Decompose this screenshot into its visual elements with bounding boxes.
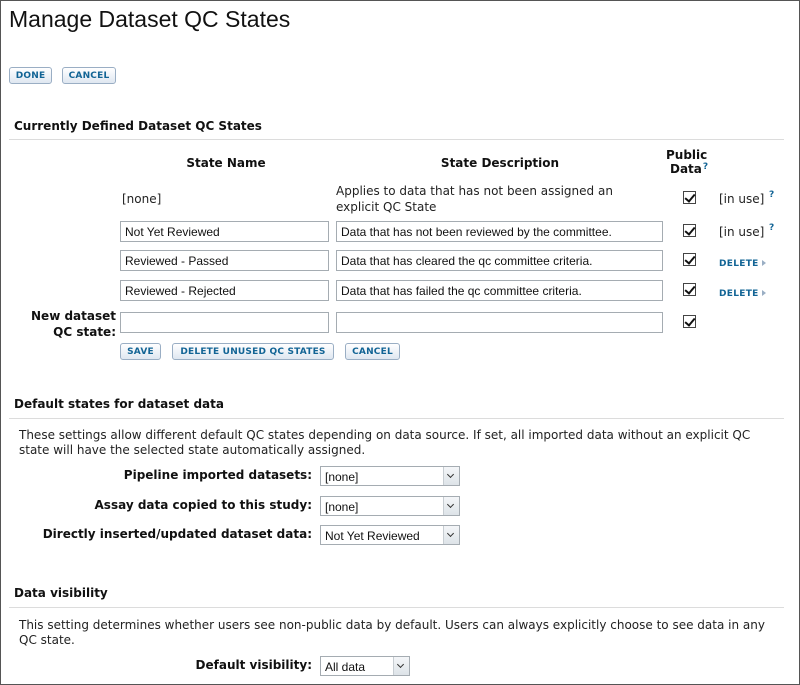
default-visibility-select[interactable]: All data — [320, 656, 410, 676]
state-description-field[interactable]: Data that has cleared the qc committee c… — [336, 250, 663, 271]
chevron-down-icon[interactable] — [443, 467, 459, 485]
done-button[interactable]: DONE — [9, 67, 52, 84]
state-description-field[interactable]: Data that has not been reviewed by the c… — [336, 221, 663, 242]
direct-label: Directly inserted/updated dataset data: — [42, 527, 312, 541]
default-visibility-value: All data — [325, 660, 366, 674]
pipeline-label: Pipeline imported datasets: — [123, 468, 312, 482]
new-state-name-input[interactable] — [120, 312, 329, 333]
new-state-label: New dataset QC state: — [10, 308, 116, 340]
delete-state-link[interactable]: DELETE — [719, 259, 766, 269]
state-description-header: State Description — [440, 156, 560, 170]
new-state-label-line2: QC state: — [53, 325, 116, 339]
window-frame — [0, 0, 800, 685]
public-header-line2: Data? — [670, 162, 718, 176]
public-data-checkbox[interactable] — [683, 224, 696, 237]
delete-state-link[interactable]: DELETE — [719, 289, 766, 299]
state-name-field[interactable]: Reviewed - Passed — [120, 250, 329, 271]
state-name-field[interactable]: Reviewed - Rejected — [120, 280, 329, 301]
public-header-line1: Public — [666, 148, 708, 162]
none-status-help-icon[interactable]: ? — [769, 190, 774, 200]
none-state-description: Applies to data that has not been assign… — [336, 184, 613, 214]
page-title: Manage Dataset QC States — [9, 6, 291, 32]
none-status-text: [in use] — [719, 192, 765, 206]
section-divider — [9, 139, 784, 140]
state-name-header: State Name — [186, 156, 266, 170]
direct-select[interactable]: Not Yet Reviewed — [320, 525, 460, 545]
defaults-section-title: Default states for dataset data — [14, 397, 224, 411]
none-public-checkbox[interactable] — [683, 191, 696, 204]
chevron-down-icon[interactable] — [393, 657, 409, 675]
cancel-button[interactable]: CANCEL — [345, 343, 400, 360]
new-state-label-line1: New dataset — [31, 309, 116, 323]
cancel-button-top[interactable]: CANCEL — [62, 67, 116, 84]
state-name-field[interactable]: Not Yet Reviewed — [120, 221, 329, 242]
default-visibility-label: Default visibility: — [195, 658, 312, 672]
status-text: [in use] — [719, 225, 765, 239]
assay-select-value: [none] — [325, 500, 359, 514]
assay-label: Assay data copied to this study: — [94, 498, 312, 512]
state-description-field[interactable]: Data that has failed the qc committee cr… — [336, 280, 663, 301]
direct-select-value: Not Yet Reviewed — [325, 529, 420, 543]
new-state-public-checkbox[interactable] — [683, 315, 696, 328]
visibility-description: This setting determines whether users se… — [19, 618, 765, 647]
public-data-checkbox[interactable] — [683, 283, 696, 296]
public-data-help-icon[interactable]: ? — [703, 162, 708, 172]
public-header-data: Data — [670, 162, 702, 176]
pipeline-select[interactable]: [none] — [320, 466, 460, 486]
none-state-name: [none] — [122, 192, 162, 206]
assay-select[interactable]: [none] — [320, 496, 460, 516]
delete-unused-button[interactable]: DELETE UNUSED QC STATES — [172, 343, 334, 360]
new-state-description-input[interactable] — [336, 312, 663, 333]
delete-state-label: DELETE — [719, 259, 759, 269]
public-data-checkbox[interactable] — [683, 253, 696, 266]
save-button[interactable]: SAVE — [120, 343, 161, 360]
chevron-down-icon[interactable] — [443, 497, 459, 515]
section-divider — [9, 607, 784, 608]
qc-states-section-title: Currently Defined Dataset QC States — [14, 119, 262, 133]
delete-state-label: DELETE — [719, 289, 759, 299]
arrow-right-icon — [761, 260, 766, 266]
section-divider — [9, 418, 784, 419]
pipeline-select-value: [none] — [325, 470, 359, 484]
public-data-header: Public Data? — [666, 148, 718, 176]
chevron-down-icon[interactable] — [443, 526, 459, 544]
visibility-section-title: Data visibility — [14, 586, 108, 600]
arrow-right-icon — [761, 290, 766, 296]
status-help-icon[interactable]: ? — [769, 223, 774, 233]
defaults-description: These settings allow different default Q… — [19, 428, 751, 457]
